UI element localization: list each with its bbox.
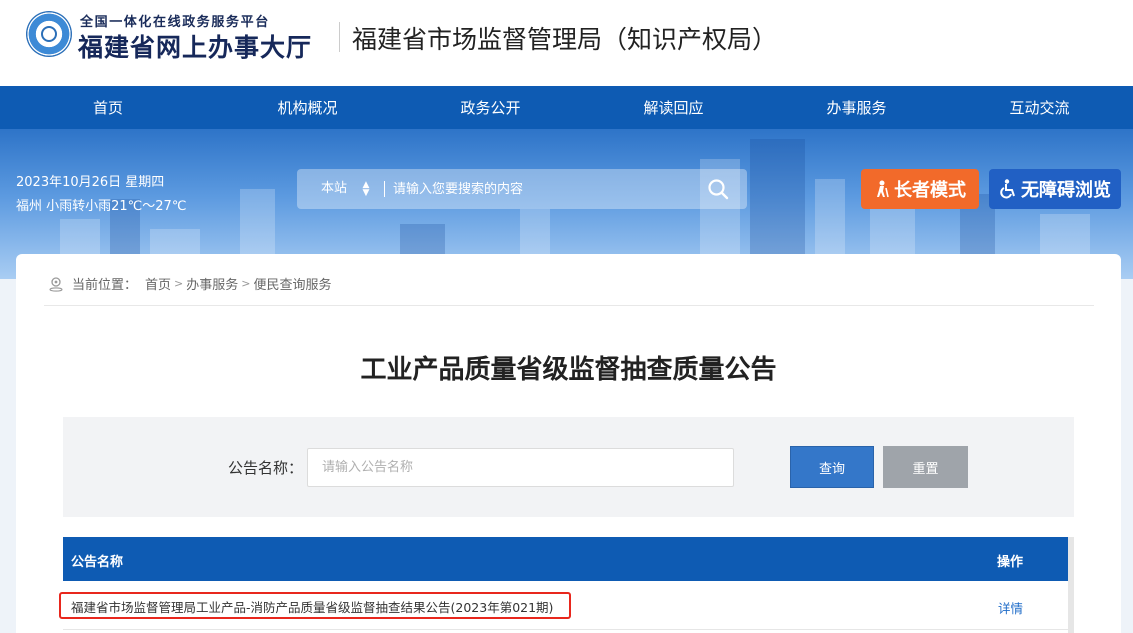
breadcrumb: 当前位置： 首页 > 办事服务 > 便民查询服务 [48, 274, 332, 293]
elder-icon [877, 180, 889, 198]
nav-item-interpretation[interactable]: 解读回应 [582, 86, 765, 129]
breadcrumb-item-home[interactable]: 首页 [145, 274, 171, 293]
location-icon [49, 276, 63, 292]
announcement-table: 公告名称 操作 福建省市场监督管理局工业产品-消防产品质量省级监督抽查结果公告(… [59, 537, 1068, 630]
scrollbar[interactable] [1068, 537, 1074, 633]
highlight-box [59, 592, 571, 619]
current-date: 2023年10月26日 星期四 [16, 175, 165, 190]
wheelchair-icon [1000, 179, 1015, 199]
breadcrumb-item-query[interactable]: 便民查询服务 [253, 274, 331, 293]
weather-info: 福州 小雨转小雨21℃～27℃ [16, 199, 187, 214]
filter-panel: 公告名称： 查询 重置 [63, 417, 1074, 517]
nav-item-government-affairs[interactable]: 政务公开 [399, 86, 582, 129]
announcement-name-label: 公告名称： [228, 459, 304, 477]
accessibility-label: 无障碍浏览 [1021, 180, 1111, 201]
breadcrumb-item-services[interactable]: 办事服务 [186, 274, 238, 293]
platform-logo-emblem[interactable] [26, 11, 72, 57]
accessibility-button[interactable]: 无障碍浏览 [989, 169, 1121, 209]
elder-mode-button[interactable]: 长者模式 [861, 169, 979, 209]
department-title: 福建省市场监督管理局（知识产权局） [352, 25, 778, 54]
reset-button[interactable]: 重置 [883, 446, 968, 488]
breadcrumb-prefix: 当前位置： [72, 278, 138, 293]
query-button[interactable]: 查询 [790, 446, 874, 488]
elder-mode-label: 长者模式 [894, 180, 966, 201]
table-row: 福建省市场监督管理局工业产品-消防产品质量省级监督抽查结果公告(2023年第02… [59, 581, 1068, 630]
search-divider [384, 181, 385, 197]
announcement-name-input[interactable] [307, 448, 734, 487]
site-header: 全国一体化在线政务服务平台 福建省网上办事大厅 福建省市场监督管理局（知识产权局… [0, 0, 1133, 86]
search-input[interactable] [393, 175, 693, 203]
nav-item-interaction[interactable]: 互动交流 [948, 86, 1131, 129]
table-header: 公告名称 操作 [63, 537, 1068, 581]
nav-item-home[interactable]: 首页 [0, 86, 216, 129]
details-link[interactable]: 详情 [998, 598, 1023, 617]
breadcrumb-divider [44, 305, 1094, 306]
breadcrumb-separator-icon: > [174, 277, 184, 290]
nav-item-services[interactable]: 办事服务 [765, 86, 948, 129]
main-nav: 首页 机构概况 政务公开 解读回应 办事服务 互动交流 [0, 86, 1133, 129]
column-header-name: 公告名称 [71, 555, 124, 570]
platform-name[interactable]: 福建省网上办事大厅 [78, 28, 312, 64]
page-title: 工业产品质量省级监督抽查质量公告 [360, 355, 777, 385]
content-card: 当前位置： 首页 > 办事服务 > 便民查询服务 工业产品质量省级监督抽查质量公… [16, 254, 1121, 633]
breadcrumb-separator-icon: > [241, 277, 251, 290]
site-search: 本站 ▲ ▼ [297, 169, 747, 209]
column-header-action: 操作 [997, 555, 1024, 570]
nav-item-organization[interactable]: 机构概况 [216, 86, 399, 129]
search-icon[interactable] [707, 178, 729, 200]
sort-arrows-icon[interactable]: ▲ ▼ [361, 181, 371, 198]
search-scope-select[interactable]: 本站 [321, 169, 347, 209]
header-divider [339, 22, 340, 52]
